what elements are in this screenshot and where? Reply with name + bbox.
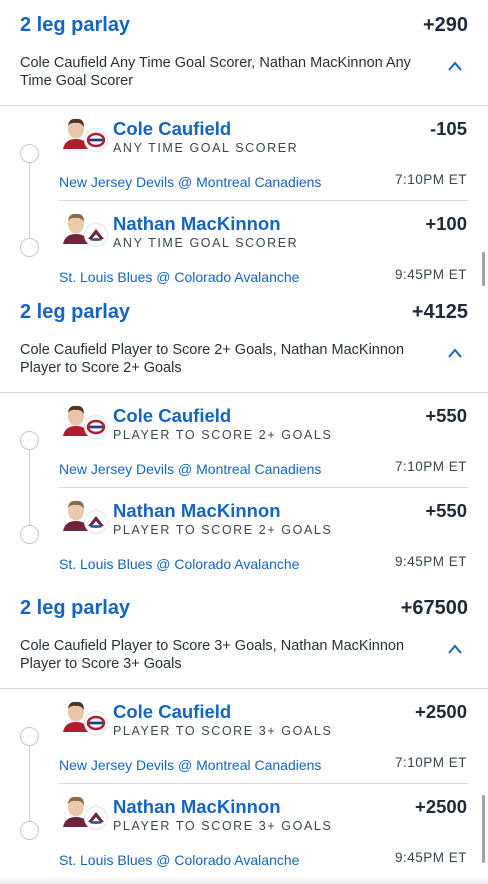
game-time: 7:10PM ET [394, 459, 467, 474]
parlay-header[interactable]: 2 leg parlay +67500 Cole Caufield Player… [0, 583, 488, 683]
leg-item[interactable]: Nathan MacKinnon ANY TIME GOAL SCORER +1… [0, 201, 488, 296]
scrollbar-thumb[interactable] [482, 795, 485, 863]
leg-item[interactable]: Nathan MacKinnon PLAYER TO SCORE 3+ GOAL… [0, 784, 488, 879]
canadiens-logo-icon [84, 128, 108, 152]
game-link[interactable]: New Jersey Devils @ Montreal Canadiens [59, 757, 321, 773]
parlay-header[interactable]: 2 leg parlay +290 Cole Caufield Any Time… [0, 0, 488, 100]
parlay-description: Cole Caufield Any Time Goal Scorer, Nath… [20, 55, 411, 89]
leg-odds: +550 [425, 405, 467, 426]
chevron-up-icon[interactable] [447, 643, 463, 655]
market-label: PLAYER TO SCORE 3+ GOALS [113, 819, 333, 833]
parlay-header[interactable]: 2 leg parlay +4125 Cole Caufield Player … [0, 287, 488, 387]
avalanche-logo-icon [84, 510, 108, 534]
game-time: 9:45PM ET [394, 267, 467, 282]
game-time: 9:45PM ET [394, 554, 467, 569]
market-label: PLAYER TO SCORE 2+ GOALS [113, 523, 333, 537]
game-time: 9:45PM ET [394, 850, 467, 865]
parlay-title: 2 leg parlay [20, 301, 131, 323]
chevron-up-icon[interactable] [447, 347, 463, 359]
game-time: 7:10PM ET [394, 755, 467, 770]
player-name: Cole Caufield [113, 701, 232, 722]
parlay-description: Cole Caufield Player to Score 3+ Goals, … [20, 638, 405, 672]
game-link[interactable]: St. Louis Blues @ Colorado Avalanche [59, 852, 299, 868]
leg-odds: +100 [425, 213, 467, 234]
game-link[interactable]: St. Louis Blues @ Colorado Avalanche [59, 269, 299, 285]
canadiens-logo-icon [84, 711, 108, 735]
leg-odds: +2500 [415, 701, 467, 722]
game-time: 7:10PM ET [394, 172, 467, 187]
leg-item[interactable]: Cole Caufield ANY TIME GOAL SCORER -105 … [0, 106, 488, 201]
parlay-odds: +67500 [400, 597, 468, 619]
player-name: Nathan MacKinnon [113, 796, 281, 817]
leg-item[interactable]: Cole Caufield PLAYER TO SCORE 3+ GOALS +… [0, 689, 488, 784]
parlay-odds: +4125 [411, 301, 468, 323]
parlay-legs: Cole Caufield PLAYER TO SCORE 2+ GOALS +… [0, 393, 488, 579]
canadiens-logo-icon [84, 415, 108, 439]
leg-odds: -105 [429, 118, 467, 139]
market-label: ANY TIME GOAL SCORER [113, 141, 299, 155]
game-link[interactable]: New Jersey Devils @ Montreal Canadiens [59, 461, 321, 477]
player-name: Nathan MacKinnon [113, 213, 281, 234]
leg-item[interactable]: Cole Caufield PLAYER TO SCORE 2+ GOALS +… [0, 393, 488, 488]
player-name: Cole Caufield [113, 118, 232, 139]
parlay-odds: +290 [422, 14, 468, 36]
game-link[interactable]: St. Louis Blues @ Colorado Avalanche [59, 556, 299, 572]
market-label: PLAYER TO SCORE 3+ GOALS [113, 724, 333, 738]
parlay-legs: Cole Caufield ANY TIME GOAL SCORER -105 … [0, 106, 488, 292]
parlay-legs: Cole Caufield PLAYER TO SCORE 3+ GOALS +… [0, 689, 488, 875]
bottom-edge-shadow [0, 876, 488, 884]
leg-odds: +2500 [415, 796, 467, 817]
parlay-description: Cole Caufield Player to Score 2+ Goals, … [20, 342, 405, 376]
scrollbar-thumb[interactable] [482, 252, 485, 286]
parlay-title: 2 leg parlay [20, 597, 131, 619]
parlay-title: 2 leg parlay [20, 14, 131, 36]
avalanche-logo-icon [84, 223, 108, 247]
avalanche-logo-icon [84, 806, 108, 830]
game-link[interactable]: New Jersey Devils @ Montreal Canadiens [59, 174, 321, 190]
player-name: Nathan MacKinnon [113, 500, 281, 521]
market-label: ANY TIME GOAL SCORER [113, 236, 299, 250]
player-name: Cole Caufield [113, 405, 232, 426]
leg-odds: +550 [425, 500, 467, 521]
leg-item[interactable]: Nathan MacKinnon PLAYER TO SCORE 2+ GOAL… [0, 488, 488, 583]
chevron-up-icon[interactable] [447, 60, 463, 72]
market-label: PLAYER TO SCORE 2+ GOALS [113, 428, 333, 442]
